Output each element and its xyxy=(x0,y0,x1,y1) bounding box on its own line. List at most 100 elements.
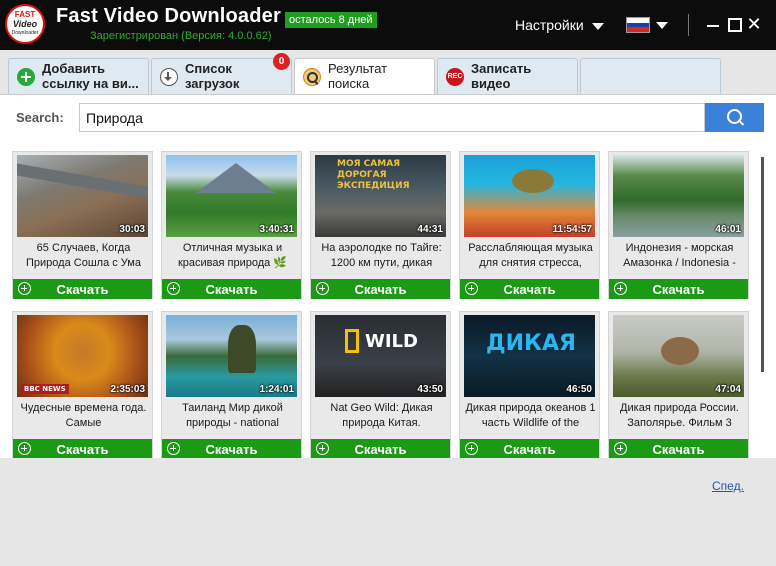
app-title: Fast Video Downloader xyxy=(56,5,281,27)
video-thumbnail[interactable]: BBC NEWS 2:35:03 xyxy=(17,315,148,397)
search-input[interactable] xyxy=(79,103,705,132)
video-duration: 3:40:31 xyxy=(259,224,294,235)
download-button[interactable]: Скачать xyxy=(311,279,450,299)
status-area: Спед. xyxy=(0,458,776,566)
download-button[interactable]: Скачать xyxy=(460,439,599,459)
video-duration: 46:50 xyxy=(566,384,592,395)
video-thumbnail[interactable]: 3:40:31 xyxy=(166,155,297,237)
video-thumbnail[interactable]: 1:24:01 xyxy=(166,315,297,397)
tab-label: Результат поиска xyxy=(328,61,388,91)
video-title: Таиланд Мир дикой природы - national xyxy=(182,402,283,429)
download-label: Скачать xyxy=(205,442,258,457)
download-button[interactable]: Скачать xyxy=(162,279,301,299)
video-card[interactable]: 3:40:31 Отличная музыка и красивая приро… xyxy=(161,151,302,299)
settings-menu[interactable]: Настройки xyxy=(515,17,604,33)
video-title: Индонезия - морская Амазонка / Indonesia… xyxy=(623,242,736,269)
video-card[interactable]: 30:03 65 Случаев, Когда Природа Сошла с … xyxy=(12,151,153,299)
logo-line2: Video xyxy=(12,19,38,29)
thumbnail-overlay-text: WILD xyxy=(365,331,418,352)
download-label: Скачать xyxy=(354,282,407,297)
video-thumbnail[interactable]: 30:03 xyxy=(17,155,148,237)
video-thumbnail[interactable]: 46:01 xyxy=(613,155,744,237)
video-thumbnail[interactable]: 47:04 xyxy=(613,315,744,397)
thumbnail-overlay-text: МОЯ САМАЯ ДОРОГАЯ ЭКСПЕДИЦИЯ xyxy=(337,159,410,191)
download-button[interactable]: Скачать xyxy=(311,439,450,459)
divider xyxy=(688,14,689,36)
download-button[interactable]: Скачать xyxy=(609,279,748,299)
video-duration: 30:03 xyxy=(119,224,145,235)
video-thumbnail[interactable]: WILD 43:50 xyxy=(315,315,446,397)
video-title: Дикая природа России. Заполярье. Фильм 3 xyxy=(620,402,739,429)
video-title: Дикая природа океанов 1 часть Wildlife o… xyxy=(465,402,596,429)
rec-icon: REC xyxy=(446,68,464,86)
add-icon xyxy=(17,68,35,86)
video-card[interactable]: BBC NEWS 2:35:03 Чудесные времена года. … xyxy=(12,311,153,459)
downloads-count-badge: 0 xyxy=(273,53,290,70)
search-icon xyxy=(303,68,321,86)
video-thumbnail[interactable]: МОЯ САМАЯ ДОРОГАЯ ЭКСПЕДИЦИЯ 44:31 xyxy=(315,155,446,237)
video-title: Расслабляющая музыка для снятия стресса, xyxy=(468,242,593,269)
title-bar: FAST Video Downloader Fast Video Downloa… xyxy=(0,0,776,50)
video-duration: 11:54:57 xyxy=(552,224,592,235)
logo-line3: Downloader xyxy=(11,30,39,36)
tab-record-video[interactable]: REC Записать видео xyxy=(437,58,578,94)
video-card[interactable]: 46:01 Индонезия - морская Амазонка / Ind… xyxy=(608,151,749,299)
help-link[interactable]: Спед. xyxy=(712,479,744,493)
thumbnail-overlay-text: ДИКАЯ xyxy=(486,331,576,356)
registration-status: Зарегистрирован (Версия: 4.0.0.62) xyxy=(90,30,272,42)
download-button[interactable]: Скачать xyxy=(13,439,152,459)
russia-flag-icon xyxy=(626,17,650,33)
search-label: Search: xyxy=(16,110,64,125)
tab-downloads[interactable]: Список загрузок xyxy=(151,58,292,94)
download-button[interactable]: Скачать xyxy=(13,279,152,299)
video-card[interactable]: WILD 43:50 Nat Geo Wild: Дикая природа К… xyxy=(310,311,451,459)
language-selector[interactable] xyxy=(626,17,670,33)
chevron-down-icon xyxy=(591,22,604,30)
download-label: Скачать xyxy=(503,282,556,297)
download-label: Скачать xyxy=(652,282,705,297)
video-title: Отличная музыка и красивая природа 🌿 xyxy=(177,242,288,269)
close-button[interactable]: ✕ xyxy=(745,14,763,34)
video-title: Чудесные времена года. Самые xyxy=(20,402,147,429)
tab-add-link[interactable]: Добавить ссылку на ви... xyxy=(8,58,149,94)
tab-label: Добавить ссылку на ви... xyxy=(42,61,139,91)
maximize-button[interactable] xyxy=(725,14,743,34)
video-duration: 2:35:03 xyxy=(110,384,145,395)
download-icon xyxy=(160,68,178,86)
thumbnail-overlay-text: BBC NEWS xyxy=(21,384,69,394)
video-card[interactable]: ДИКАЯ 46:50 Дикая природа океанов 1 част… xyxy=(459,311,600,459)
video-card[interactable]: 11:54:57 Расслабляющая музыка для снятия… xyxy=(459,151,600,299)
tab-search-results[interactable]: Результат поиска xyxy=(294,58,435,94)
video-thumbnail[interactable]: 11:54:57 xyxy=(464,155,595,237)
chevron-down-icon xyxy=(656,22,668,29)
download-label: Скачать xyxy=(205,282,258,297)
tab-empty[interactable] xyxy=(580,58,721,94)
video-thumbnail[interactable]: ДИКАЯ 46:50 xyxy=(464,315,595,397)
video-title: На аэролодке по Тайге: 1200 км пути, дик… xyxy=(321,242,442,269)
download-label: Скачать xyxy=(503,442,556,457)
download-button[interactable]: Скачать xyxy=(460,279,599,299)
video-duration: 43:50 xyxy=(417,384,443,395)
video-card[interactable]: 47:04 Дикая природа России. Заполярье. Ф… xyxy=(608,311,749,459)
search-button[interactable] xyxy=(705,103,764,132)
search-results-panel: Search: 30:03 65 Случаев, Когда Природа … xyxy=(0,94,776,459)
video-card[interactable]: 1:24:01 Таиланд Мир дикой природы - nati… xyxy=(161,311,302,459)
video-duration: 44:31 xyxy=(417,224,443,235)
logo-line1: FAST xyxy=(14,10,36,19)
download-label: Скачать xyxy=(354,442,407,457)
download-button[interactable]: Скачать xyxy=(609,439,748,459)
scrollbar-thumb[interactable] xyxy=(761,157,764,372)
download-label: Скачать xyxy=(56,282,109,297)
tab-label: Записать видео xyxy=(471,61,532,91)
video-duration: 46:01 xyxy=(715,224,741,235)
video-card[interactable]: МОЯ САМАЯ ДОРОГАЯ ЭКСПЕДИЦИЯ 44:31 На аэ… xyxy=(310,151,451,299)
download-label: Скачать xyxy=(652,442,705,457)
video-title: 65 Случаев, Когда Природа Сошла с Ума xyxy=(26,242,141,269)
tab-label: Список загрузок xyxy=(185,61,240,91)
trial-badge: осталось 8 дней xyxy=(285,12,377,28)
download-label: Скачать xyxy=(56,442,109,457)
download-button[interactable]: Скачать xyxy=(162,439,301,459)
video-title: Nat Geo Wild: Дикая природа Китая. xyxy=(330,402,433,429)
minimize-button[interactable] xyxy=(704,14,722,34)
app-logo: FAST Video Downloader xyxy=(5,4,45,46)
